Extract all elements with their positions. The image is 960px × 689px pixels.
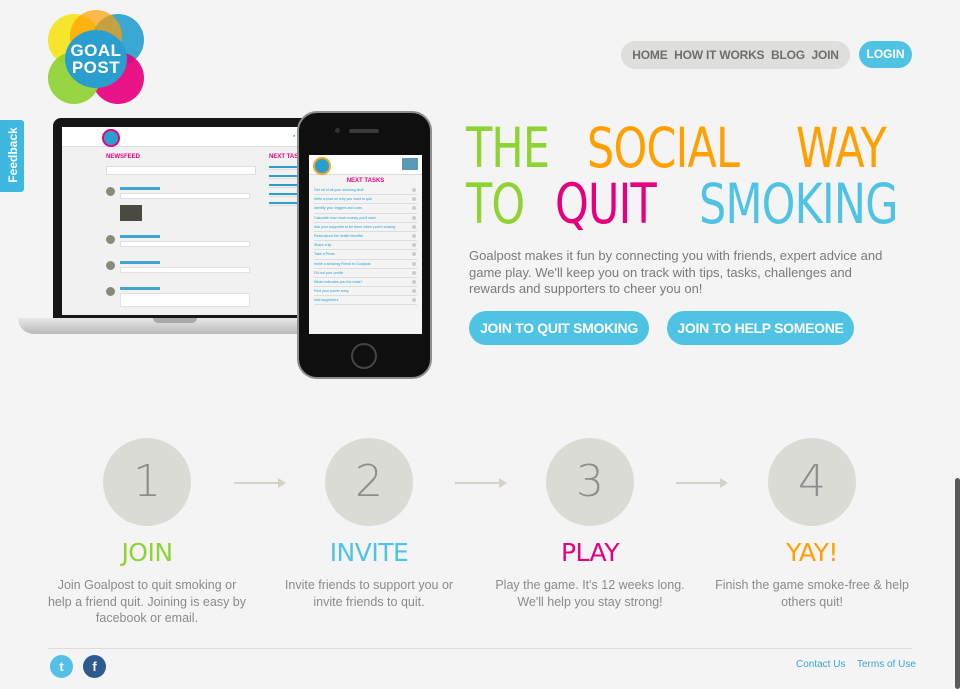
- laptop-post: [106, 287, 256, 315]
- phone-camera: [335, 128, 340, 133]
- step-number-circle: 1: [103, 438, 191, 526]
- page-scrollbar[interactable]: [955, 478, 960, 689]
- laptop-app-bar: ● ● ● ●: [62, 127, 314, 147]
- step-description: Join Goalpost to quit smoking or help a …: [47, 578, 247, 625]
- step-label: YAY!: [786, 538, 838, 567]
- phone-next-tasks-title: NEXT TASKS: [346, 178, 385, 184]
- phone-task-item: Read about the health benefits: [314, 232, 417, 242]
- step-label: INVITE: [329, 538, 409, 567]
- step-invite: 2 INVITE Invite friends to support you o…: [269, 438, 469, 610]
- laptop-notch: [153, 318, 197, 323]
- laptop-mockup: ● ● ● ● NEWSFEED NEXT TASKS: [18, 118, 332, 348]
- twitter-icon[interactable]: t: [50, 655, 73, 678]
- phone-task-item: Write a post on why you want to quit: [314, 195, 417, 205]
- main-nav: HOME HOW IT WORKS BLOG JOIN: [621, 41, 850, 69]
- logo-line2: POST: [71, 58, 121, 77]
- phone-task-item: Share a tip: [314, 241, 417, 251]
- phone-task-item: What motivates you the most?: [314, 278, 417, 288]
- headline-word: SMOKING: [698, 172, 898, 236]
- phone-task-item: Add supporters: [314, 296, 417, 306]
- logo-text: GOAL POST: [65, 30, 127, 88]
- nav-join[interactable]: JOIN: [811, 48, 838, 62]
- nav-blog[interactable]: BLOG: [771, 48, 805, 62]
- phone-mockup: NEXT TASKS Get rid of all your smoking s…: [297, 111, 432, 379]
- headline-word: WAY: [796, 116, 887, 180]
- laptop-display: ● ● ● ● NEWSFEED NEXT TASKS: [62, 127, 314, 315]
- hero-intro: Goalpost makes it fun by connecting you …: [469, 248, 883, 296]
- headline-word: SOCIAL: [587, 116, 740, 180]
- nav-home[interactable]: HOME: [632, 48, 667, 62]
- laptop-logo: [102, 129, 120, 147]
- phone-speaker: [349, 129, 379, 133]
- facebook-icon[interactable]: f: [83, 655, 106, 678]
- step-yay: 4 YAY! Finish the game smoke-free & help…: [712, 438, 912, 610]
- headline-word: TO: [466, 172, 525, 236]
- nav-how-it-works[interactable]: HOW IT WORKS: [674, 48, 764, 62]
- phone-task-item: Invite a smoking Friend to Goalpost: [314, 260, 417, 269]
- laptop-post: [106, 261, 256, 289]
- headline-line-1: THE SOCIAL WAY: [466, 116, 887, 180]
- step-description: Play the game. It's 12 weeks long. We'll…: [495, 578, 685, 609]
- step-play: 3 PLAY Play the game. It's 12 weeks long…: [490, 438, 690, 610]
- phone-logo: [313, 157, 331, 175]
- step-label: JOIN: [121, 538, 173, 567]
- terms-of-use-link[interactable]: Terms of Use: [857, 659, 916, 670]
- step-number-circle: 3: [546, 438, 634, 526]
- phone-task-item: Calculate how much money you'll save: [314, 214, 417, 223]
- step-description: Invite friends to support you or invite …: [284, 578, 454, 609]
- laptop-newsfeed-title: NEWSFEED: [106, 154, 141, 160]
- hero-headline: THE SOCIAL WAY TO QUIT SMOKING: [466, 116, 898, 236]
- headline-word: QUIT: [555, 172, 657, 236]
- step-description: Finish the game smoke-free & help others…: [715, 578, 909, 609]
- logo-line1: GOAL: [70, 41, 122, 60]
- login-button[interactable]: LOGIN: [859, 41, 912, 68]
- goalpost-logo[interactable]: GOAL POST: [48, 10, 144, 104]
- contact-us-link[interactable]: Contact Us: [796, 659, 845, 670]
- laptop-post-input: [106, 166, 256, 175]
- phone-app-header: [309, 155, 422, 175]
- phone-screen: NEXT TASKS Get rid of all your smoking s…: [309, 155, 422, 334]
- phone-task-item: Fill out your profile: [314, 269, 417, 278]
- step-label: PLAY: [560, 538, 620, 567]
- join-to-help-button[interactable]: JOIN TO HELP SOMEONE: [667, 311, 854, 345]
- phone-home-button: [351, 343, 377, 369]
- laptop-screen: ● ● ● ● NEWSFEED NEXT TASKS: [53, 118, 323, 318]
- headline-line-2: TO QUIT SMOKING: [466, 172, 898, 236]
- phone-task-item: Take a Photo: [314, 250, 417, 260]
- laptop-post: [106, 235, 256, 263]
- join-to-quit-button[interactable]: JOIN TO QUIT SMOKING: [469, 311, 649, 345]
- step-join: 1 JOIN Join Goalpost to quit smoking or …: [47, 438, 247, 627]
- phone-task-item: Ask your supporter to be there when you'…: [314, 223, 417, 232]
- phone-avatar: [402, 158, 418, 170]
- step-number-circle: 4: [768, 438, 856, 526]
- phone-task-list: Get rid of all your smoking stuff Write …: [309, 186, 422, 306]
- headline-word: THE: [466, 116, 550, 180]
- laptop-post-photo: [120, 205, 142, 221]
- phone-task-item: Get rid of all your smoking stuff: [314, 186, 417, 196]
- step-number-circle: 2: [325, 438, 413, 526]
- phone-task-item: Find your power song: [314, 287, 417, 297]
- phone-task-item: Identify your triggers and cues: [314, 204, 417, 214]
- footer-divider: [48, 648, 912, 649]
